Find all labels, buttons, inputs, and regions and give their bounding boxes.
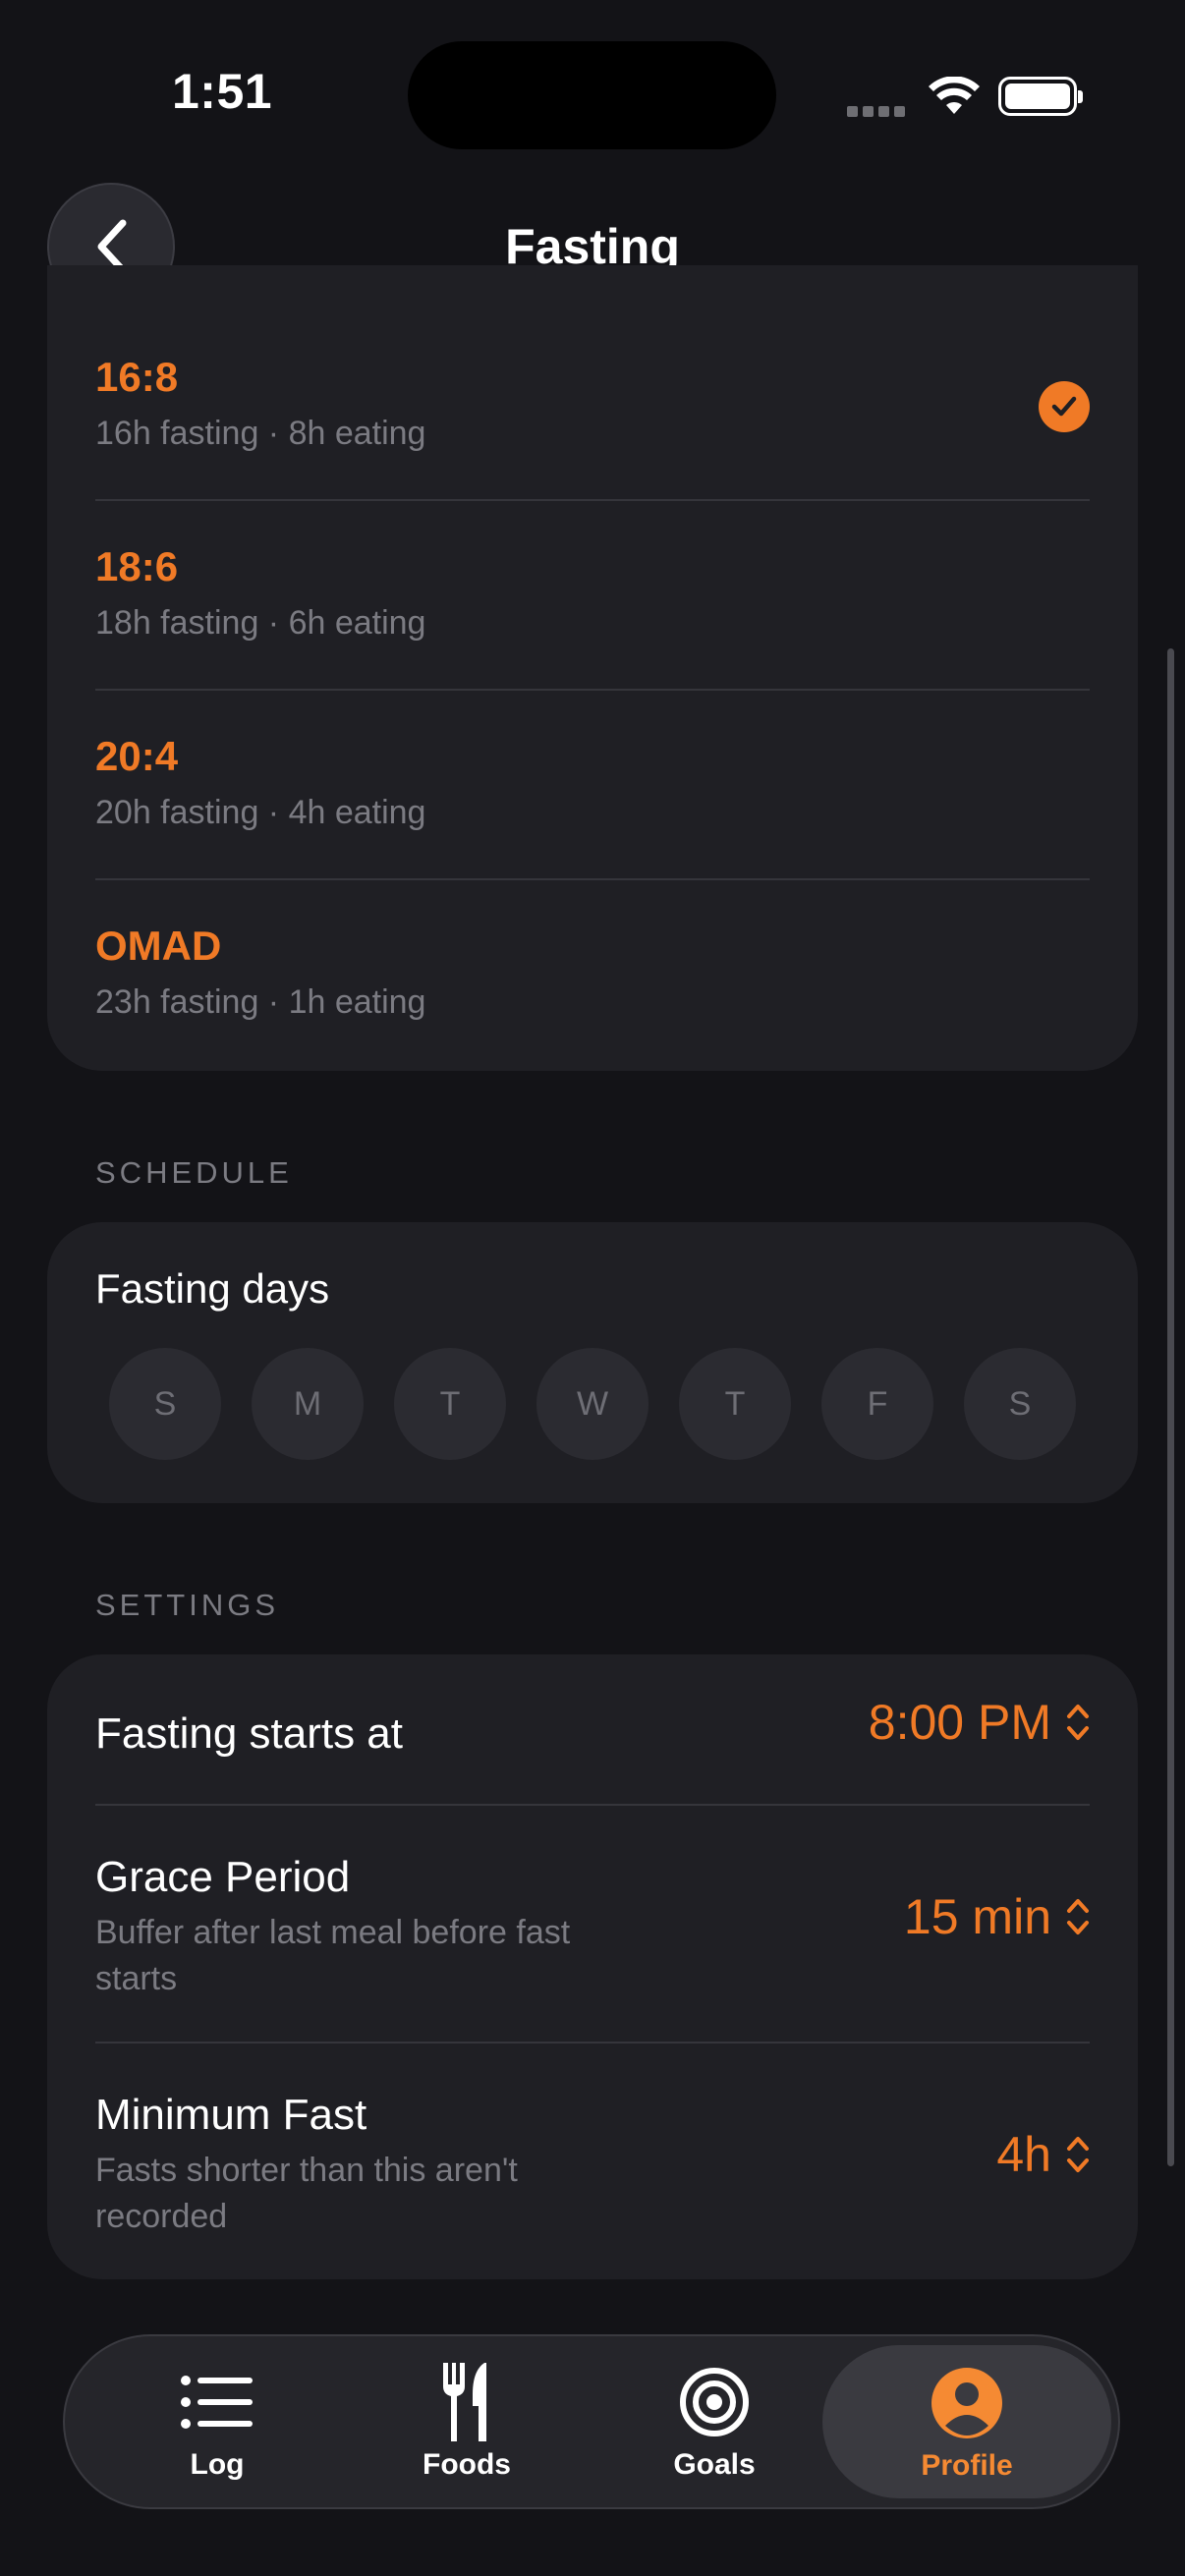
battery-icon: [998, 77, 1083, 116]
plan-description: 16h fasting · 8h eating: [95, 415, 426, 452]
up-down-chevron-icon: [1067, 1705, 1089, 1740]
settings-card: Fasting starts at 8:00 PM Grace Period B…: [47, 1654, 1138, 2279]
plan-name: OMAD: [95, 923, 222, 969]
up-down-chevron-icon: [1067, 2137, 1089, 2172]
fasting-plan-list: 16:8 16h fasting · 8h eating 18:6 18h fa…: [47, 265, 1138, 1071]
plan-name: 16:8: [95, 354, 179, 400]
day-picker: S M T W T F S: [109, 1348, 1076, 1460]
tab-goals[interactable]: Goals: [592, 2336, 837, 2507]
tab-label: Log: [190, 2448, 245, 2481]
tab-label: Foods: [423, 2448, 511, 2481]
tab-label: Profile: [921, 2449, 1013, 2482]
tab-bar: Log Foods Goals Profile: [63, 2334, 1120, 2509]
grace-period-picker[interactable]: 15 min: [904, 1888, 1091, 1945]
wifi-icon: [929, 77, 980, 114]
plan-name: 20:4: [95, 733, 179, 779]
dynamic-island: [408, 41, 776, 149]
divider: [95, 2042, 1090, 2044]
grace-period-label: Grace Period: [95, 1853, 351, 1901]
scrollbar[interactable]: [1167, 648, 1174, 2166]
minimum-fast-picker[interactable]: 4h: [996, 2126, 1091, 2183]
schedule-card: Fasting days S M T W T F S: [47, 1222, 1138, 1503]
section-label-schedule: SCHEDULE: [95, 1155, 293, 1190]
plan-name: 18:6: [95, 543, 179, 589]
target-icon: [680, 2368, 749, 2436]
grace-period-description: Buffer after last meal before fast start…: [95, 1914, 571, 1997]
plan-option-omad[interactable]: OMAD 23h fasting · 1h eating: [95, 834, 1090, 1024]
plan-option-16-8[interactable]: 16:8 16h fasting · 8h eating: [95, 265, 1090, 455]
divider: [95, 1804, 1090, 1806]
day-toggle-sunday[interactable]: S: [109, 1348, 221, 1460]
day-toggle-tuesday[interactable]: T: [394, 1348, 506, 1460]
day-toggle-thursday[interactable]: T: [679, 1348, 791, 1460]
tab-profile[interactable]: Profile: [822, 2345, 1111, 2498]
day-toggle-wednesday[interactable]: W: [536, 1348, 649, 1460]
day-toggle-monday[interactable]: M: [252, 1348, 364, 1460]
day-toggle-saturday[interactable]: S: [964, 1348, 1076, 1460]
plan-description: 20h fasting · 4h eating: [95, 794, 426, 831]
fasting-start-picker[interactable]: 8:00 PM: [869, 1694, 1091, 1751]
up-down-chevron-icon: [1067, 1899, 1089, 1934]
status-bar: 1:51: [0, 0, 1185, 187]
tab-log[interactable]: Log: [94, 2336, 340, 2507]
tab-foods[interactable]: Foods: [344, 2336, 590, 2507]
plan-option-18-6[interactable]: 18:6 18h fasting · 6h eating: [95, 455, 1090, 644]
minimum-fast-label: Minimum Fast: [95, 2091, 367, 2139]
status-time: 1:51: [172, 64, 273, 119]
cellular-signal-icon: [847, 104, 910, 122]
fasting-days-label: Fasting days: [95, 1265, 330, 1312]
list-icon: [181, 2376, 253, 2429]
plan-description: 23h fasting · 1h eating: [95, 983, 426, 1021]
plan-option-20-4[interactable]: 20:4 20h fasting · 4h eating: [95, 644, 1090, 834]
minimum-fast-description: Fasts shorter than this aren't recorded: [95, 2152, 518, 2235]
minimum-fast-value: 4h: [996, 2127, 1051, 2182]
checkmark-icon: [1039, 381, 1090, 432]
tab-label: Goals: [673, 2448, 756, 2481]
fasting-start-value: 8:00 PM: [868, 1695, 1051, 1750]
fork-knife-icon: [443, 2363, 486, 2441]
section-label-settings: SETTINGS: [95, 1588, 280, 1622]
day-toggle-friday[interactable]: F: [821, 1348, 933, 1460]
fasting-start-label: Fasting starts at: [95, 1709, 404, 1758]
plan-description: 18h fasting · 6h eating: [95, 604, 426, 642]
person-icon: [931, 2368, 1002, 2438]
grace-period-value: 15 min: [903, 1889, 1051, 1944]
